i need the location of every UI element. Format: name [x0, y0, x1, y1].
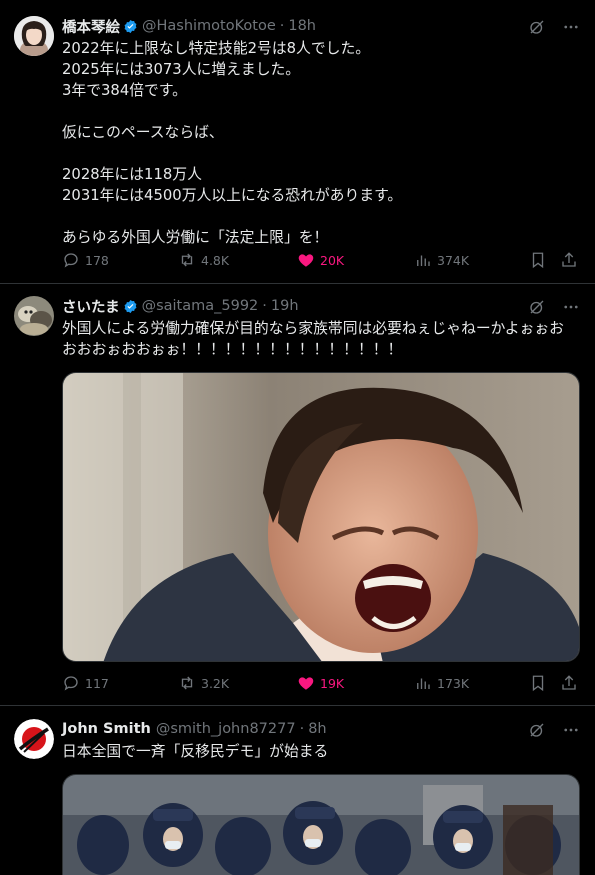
tweet-tools [527, 720, 581, 740]
views-icon [417, 678, 430, 689]
share-icon [562, 675, 576, 690]
repost-button[interactable]: 4.8K [178, 251, 229, 269]
handle[interactable]: @saitama_5992 [142, 298, 259, 314]
like-button[interactable]: 19K [297, 674, 344, 692]
tweet[interactable]: 橋本琴絵 @HashimotoKotoe · 18h 2022年に上限なし特定技… [0, 0, 595, 284]
views-button[interactable]: 374K [414, 251, 469, 269]
more-icon[interactable] [561, 720, 581, 740]
view-count: 374K [437, 252, 470, 268]
grok-icon[interactable] [527, 17, 547, 37]
tweet-tools [527, 297, 581, 317]
bookmark-icon [532, 675, 544, 692]
reply-icon [64, 676, 78, 691]
bookmark-icon [532, 252, 544, 269]
timestamp[interactable]: 8h [308, 721, 326, 737]
tweet-actions: 117 3.2K 19K 173K [62, 674, 582, 696]
avatar[interactable] [14, 296, 54, 336]
timestamp[interactable]: 19h [271, 298, 299, 314]
display-name[interactable]: 橋本琴絵 [62, 16, 120, 37]
reply-count: 117 [85, 675, 109, 691]
handle[interactable]: @smith_john87277 [156, 721, 296, 737]
display-name[interactable]: John Smith [62, 721, 151, 737]
tweet-text: 2022年に上限なし特定技能2号は8人でした。 2025年には3073人に増えま… [62, 40, 403, 246]
view-count: 173K [437, 675, 470, 691]
verified-icon [124, 19, 137, 33]
grok-icon[interactable] [527, 297, 547, 317]
tweet[interactable]: John Smith @smith_john87277 · 8h 日本全国で一斉… [0, 707, 595, 875]
like-icon [298, 254, 314, 267]
reply-button[interactable]: 178 [62, 251, 109, 269]
reply-icon [64, 253, 78, 268]
tweet-header: John Smith @smith_john87277 · 8h [62, 718, 525, 740]
share-icon [562, 252, 576, 267]
reply-button[interactable]: 117 [62, 674, 109, 692]
bookmark-button[interactable] [529, 251, 547, 269]
tweet-text: 外国人による労働力確保が目的なら家族帯同は必要ねぇじゃねーかよぉぉお おおおぉお… [62, 320, 564, 358]
tweet-actions: 178 4.8K 20K 374K [62, 251, 582, 273]
tweet[interactable]: さいたま @saitama_5992 · 19h 外国人による労働力確保が目的な… [0, 285, 595, 706]
grok-icon[interactable] [527, 720, 547, 740]
like-count: 20K [320, 252, 345, 268]
verified-icon [124, 299, 137, 313]
handle[interactable]: @HashimotoKotoe [142, 18, 276, 34]
tweet-image[interactable] [62, 372, 580, 662]
like-button[interactable]: 20K [297, 251, 344, 269]
repost-count: 4.8K [201, 252, 230, 268]
more-icon[interactable] [561, 297, 581, 317]
tweet-image[interactable] [62, 774, 580, 875]
separator-dot: · [279, 18, 285, 34]
tweet-tools [527, 17, 581, 37]
bookmark-button[interactable] [529, 674, 547, 692]
repost-count: 3.2K [201, 675, 230, 691]
views-button[interactable]: 173K [414, 674, 469, 692]
like-count: 19K [320, 675, 345, 691]
share-button[interactable] [560, 251, 578, 269]
repost-button[interactable]: 3.2K [178, 674, 229, 692]
views-icon [417, 255, 430, 266]
separator-dot: · [262, 298, 267, 314]
separator-dot: · [299, 721, 305, 737]
avatar[interactable] [14, 16, 54, 56]
more-icon[interactable] [561, 17, 581, 37]
timestamp[interactable]: 18h [288, 18, 316, 34]
share-button[interactable] [560, 674, 578, 692]
repost-icon [181, 253, 193, 267]
avatar[interactable] [14, 719, 54, 759]
reply-count: 178 [85, 252, 109, 268]
repost-icon [181, 676, 193, 690]
like-icon [298, 677, 314, 690]
tweet-header: 橋本琴絵 @HashimotoKotoe · 18h [62, 15, 525, 37]
tweet-header: さいたま @saitama_5992 · 19h [62, 295, 525, 317]
tweet-text: 日本全国で一斉「反移民デモ」が始まる [62, 743, 329, 760]
display-name[interactable]: さいたま [62, 296, 120, 317]
